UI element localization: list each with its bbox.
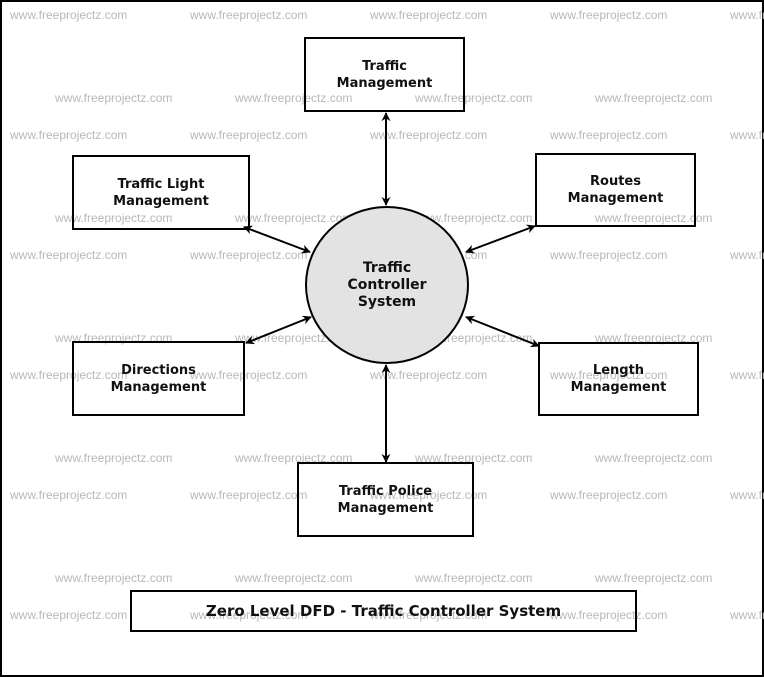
flow-traffic-light-management [243,225,311,254]
entity-traffic-light-management[interactable]: Traffic Light Management [72,155,250,230]
entity-label: Traffic Police Management [337,483,434,516]
entity-label: Length Management [570,363,667,395]
entity-traffic-management[interactable]: Traffic Management [304,37,465,112]
entity-label: Traffic Management [336,58,433,91]
entity-directions-management[interactable]: Directions Management [72,341,245,416]
entity-label: Traffic Light Management [113,176,209,209]
entity-traffic-police-management[interactable]: Traffic Police Management [297,462,474,537]
entity-length-management[interactable]: Length Management [538,342,699,416]
process-label: Traffic Controller System [347,259,427,310]
diagram-title: Zero Level DFD - Traffic Controller Syst… [205,601,562,620]
entity-label: Directions Management [110,362,207,395]
entity-routes-management[interactable]: Routes Management [535,153,696,227]
entity-label: Routes Management [567,174,664,206]
flow-routes-management [465,224,536,254]
process-traffic-controller-system[interactable]: Traffic Controller System [305,206,469,364]
flow-length-management [465,315,540,348]
flow-directions-management [245,315,312,345]
diagram-title-box: Zero Level DFD - Traffic Controller Syst… [130,590,637,632]
